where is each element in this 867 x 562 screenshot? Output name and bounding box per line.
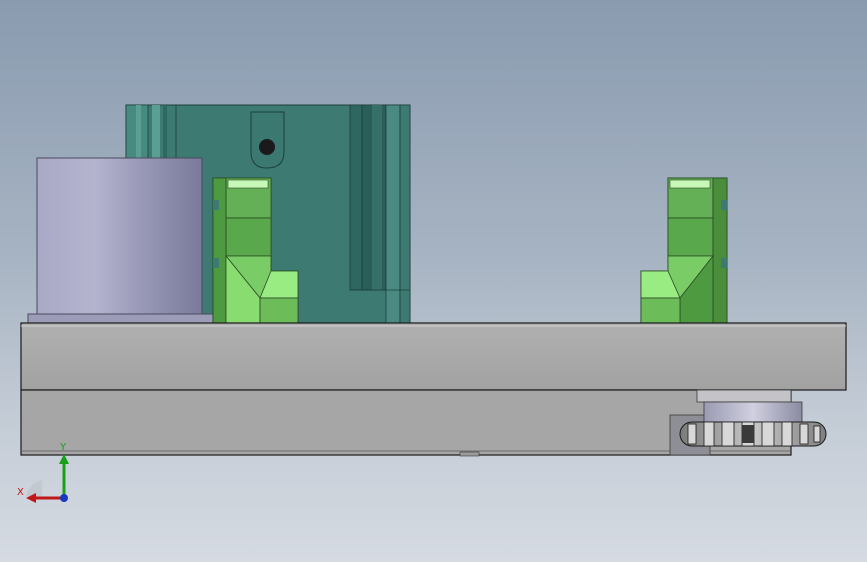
mount-hole-icon xyxy=(259,139,275,155)
y-axis-label: Y xyxy=(60,442,67,453)
clamp-jaw-right[interactable] xyxy=(640,177,728,324)
coordinate-triad: X Y xyxy=(14,440,74,510)
graphics-viewport[interactable]: X Y xyxy=(0,0,867,562)
x-axis-label: X xyxy=(17,487,24,498)
cad-model-scene[interactable] xyxy=(0,0,867,562)
cylinder-body[interactable] xyxy=(27,157,214,325)
